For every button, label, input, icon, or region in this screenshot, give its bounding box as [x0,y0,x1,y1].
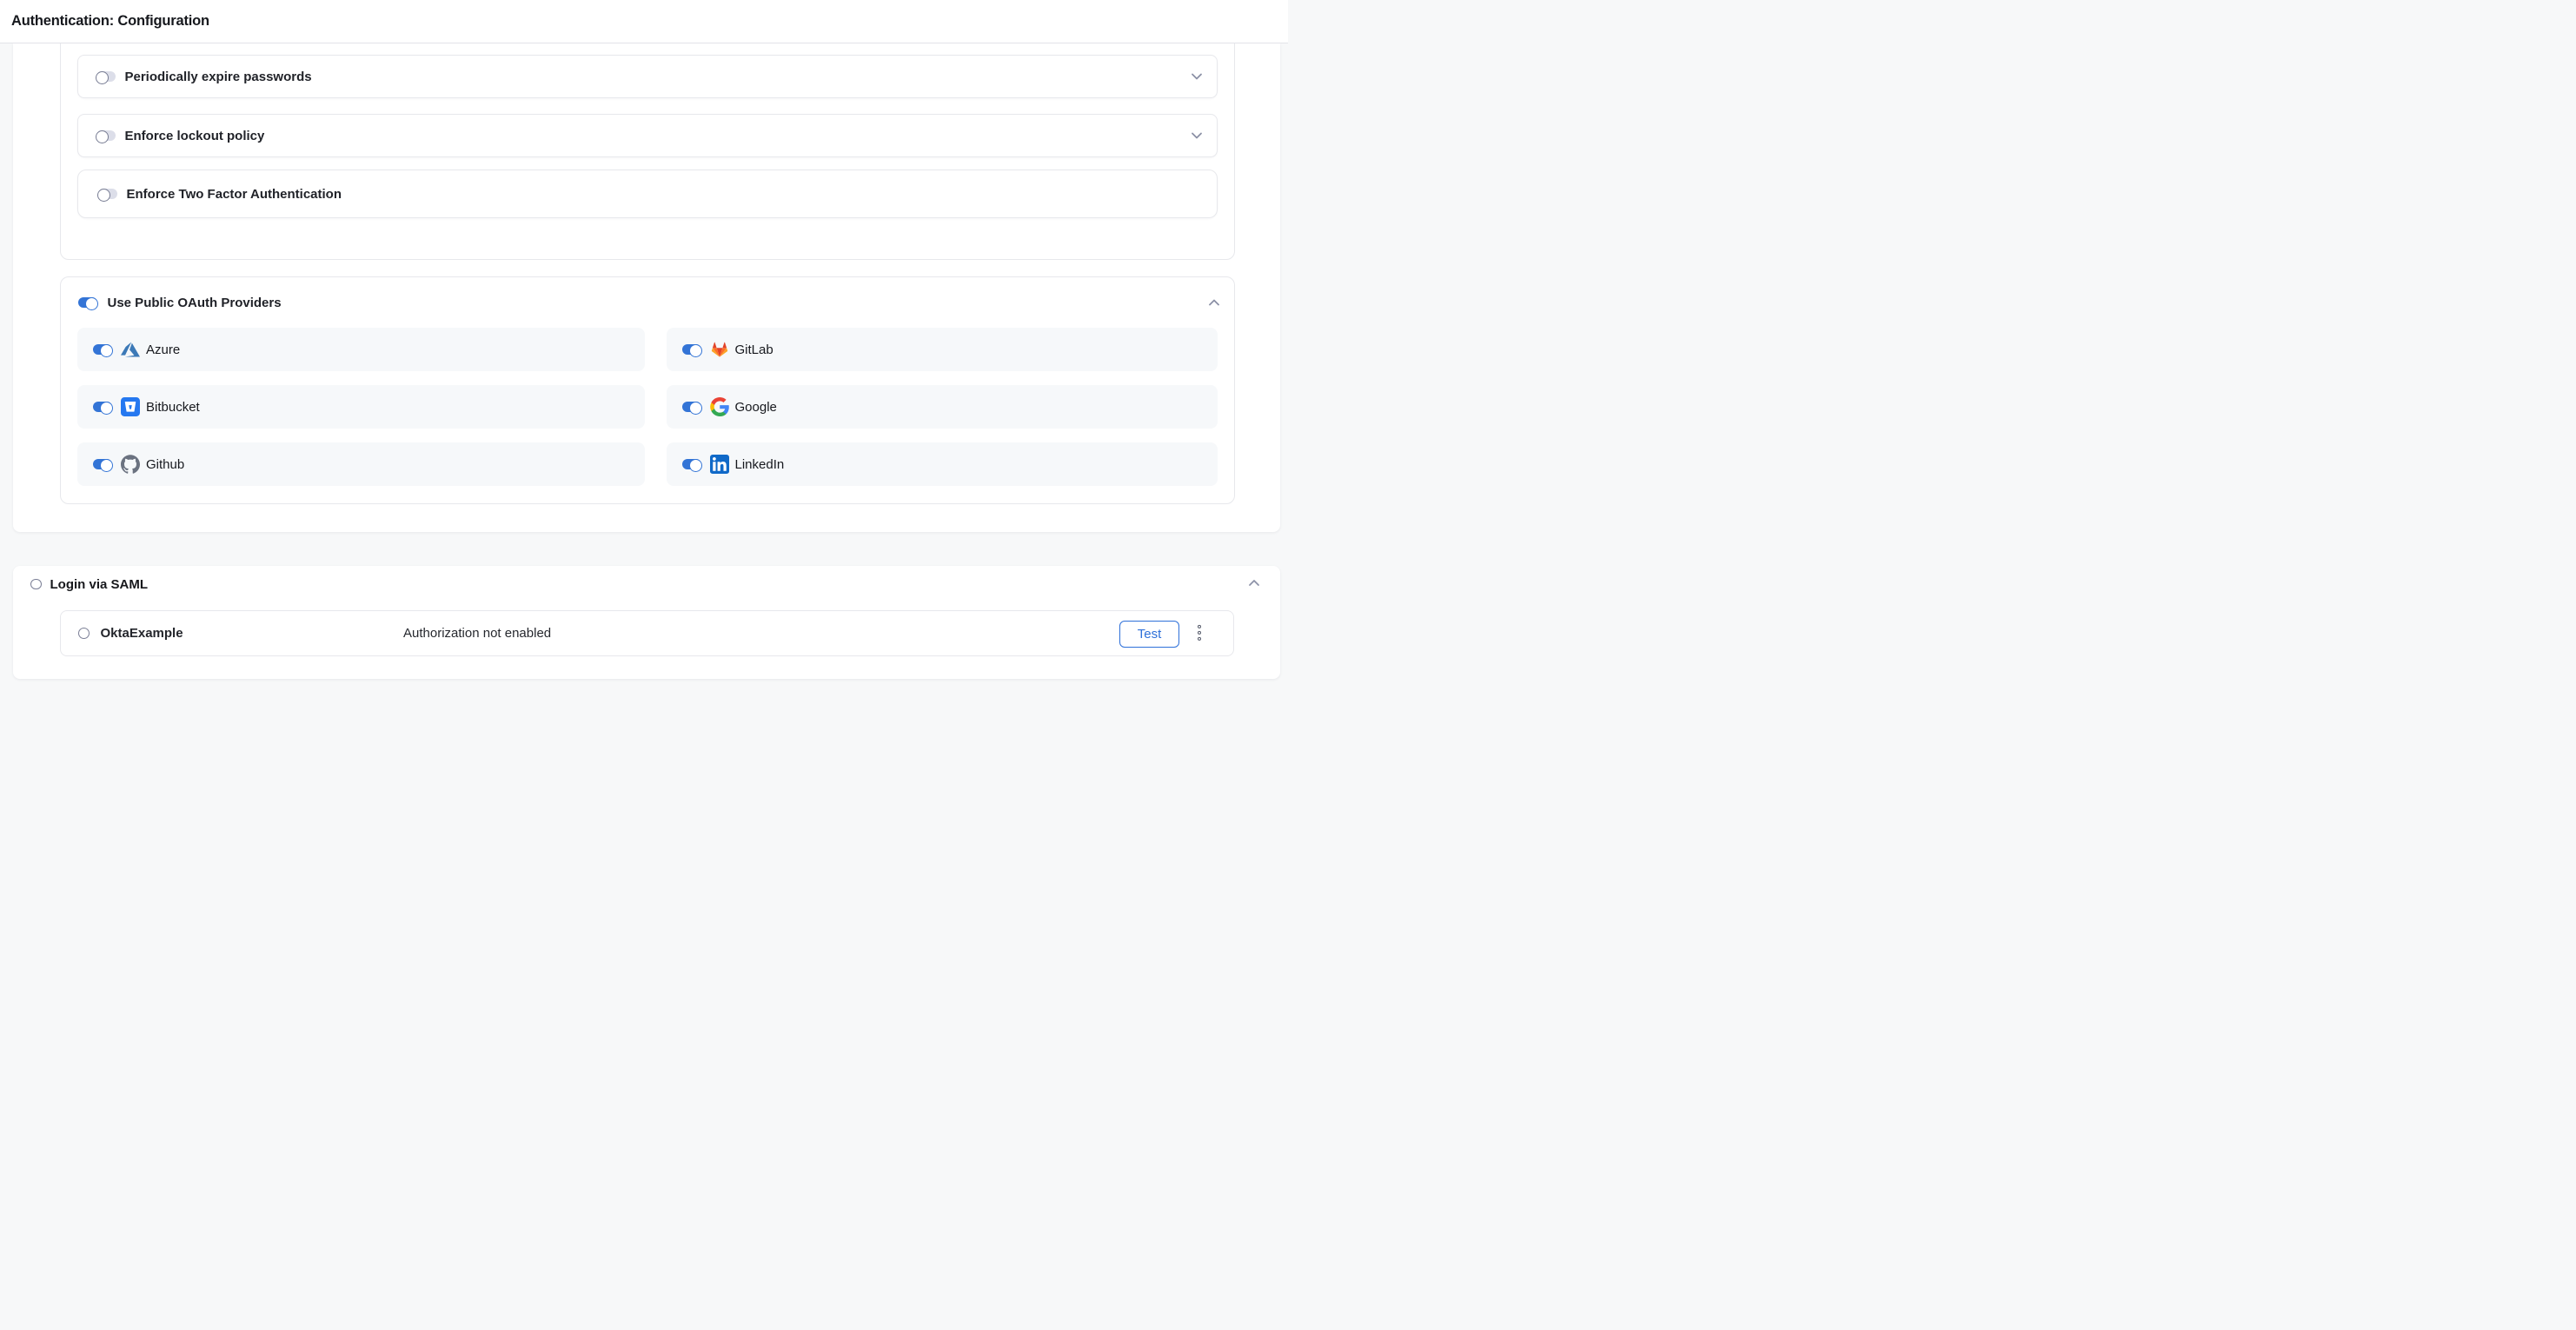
policy-card-label: Enforce Two Factor Authentication [127,187,342,202]
provider-label: LinkedIn [735,457,785,472]
gitlab-toggle[interactable] [682,344,701,355]
policy-card-lockout: Enforce lockout policy [77,114,1218,157]
chevron-down-icon[interactable] [1191,73,1203,81]
page-title: Authentication: Configuration [11,13,209,30]
saml-section-header: Login via SAML [13,566,1280,602]
password-policy-section: Periodically expire passwords Enforce lo… [60,43,1235,260]
provider-label: Github [146,457,184,472]
google-icon [710,397,729,416]
authentication-settings-panel: Periodically expire passwords Enforce lo… [13,43,1280,532]
linkedin-icon [710,455,729,474]
two-factor-toggle[interactable] [98,189,117,199]
github-toggle[interactable] [93,459,112,469]
kebab-menu-icon[interactable] [1196,623,1203,642]
policy-card-label: Periodically expire passwords [125,70,312,84]
chevron-up-icon[interactable] [1248,579,1260,587]
bitbucket-icon [121,397,140,416]
saml-section-title: Login via SAML [50,577,149,592]
oauth-providers-section: Use Public OAuth Providers Azure [60,276,1235,504]
policy-card-expire-passwords: Periodically expire passwords [77,55,1218,98]
okta-config-radio[interactable] [78,628,90,639]
test-button[interactable]: Test [1119,621,1179,648]
bitbucket-toggle[interactable] [93,402,112,412]
oauth-providers-toggle[interactable] [78,297,97,308]
chevron-up-icon[interactable] [1208,299,1220,307]
gitlab-icon [710,340,729,359]
provider-row-github: Github [77,442,645,486]
google-toggle[interactable] [682,402,701,412]
provider-label: GitLab [735,342,773,357]
saml-config-name: OktaExample [101,626,183,641]
expire-passwords-toggle[interactable] [96,71,116,82]
provider-label: Azure [146,342,180,357]
oauth-section-header: Use Public OAuth Providers [61,289,1234,316]
provider-row-bitbucket: Bitbucket [77,385,645,429]
provider-row-google: Google [667,385,1218,429]
provider-row-linkedin: LinkedIn [667,442,1218,486]
oauth-section-title: Use Public OAuth Providers [108,296,282,310]
saml-config-row: OktaExample Authorization not enabled Te… [60,610,1234,656]
provider-row-gitlab: GitLab [667,328,1218,371]
saml-config-status: Authorization not enabled [403,626,551,641]
policy-card-two-factor: Enforce Two Factor Authentication [77,170,1218,218]
linkedin-toggle[interactable] [682,459,701,469]
saml-radio[interactable] [30,579,42,590]
saml-section-panel: Login via SAML OktaExample Authorization… [13,566,1280,679]
provider-label: Google [735,400,777,415]
github-icon [121,455,140,474]
provider-label: Bitbucket [146,400,200,415]
azure-toggle[interactable] [93,344,112,355]
lockout-policy-toggle[interactable] [96,130,116,141]
policy-card-label: Enforce lockout policy [125,129,265,143]
azure-icon [121,340,140,359]
chevron-down-icon[interactable] [1191,132,1203,140]
oauth-provider-grid: Azure GitLab [77,328,1218,486]
provider-row-azure: Azure [77,328,645,371]
page-header: Authentication: Configuration [0,0,1288,43]
